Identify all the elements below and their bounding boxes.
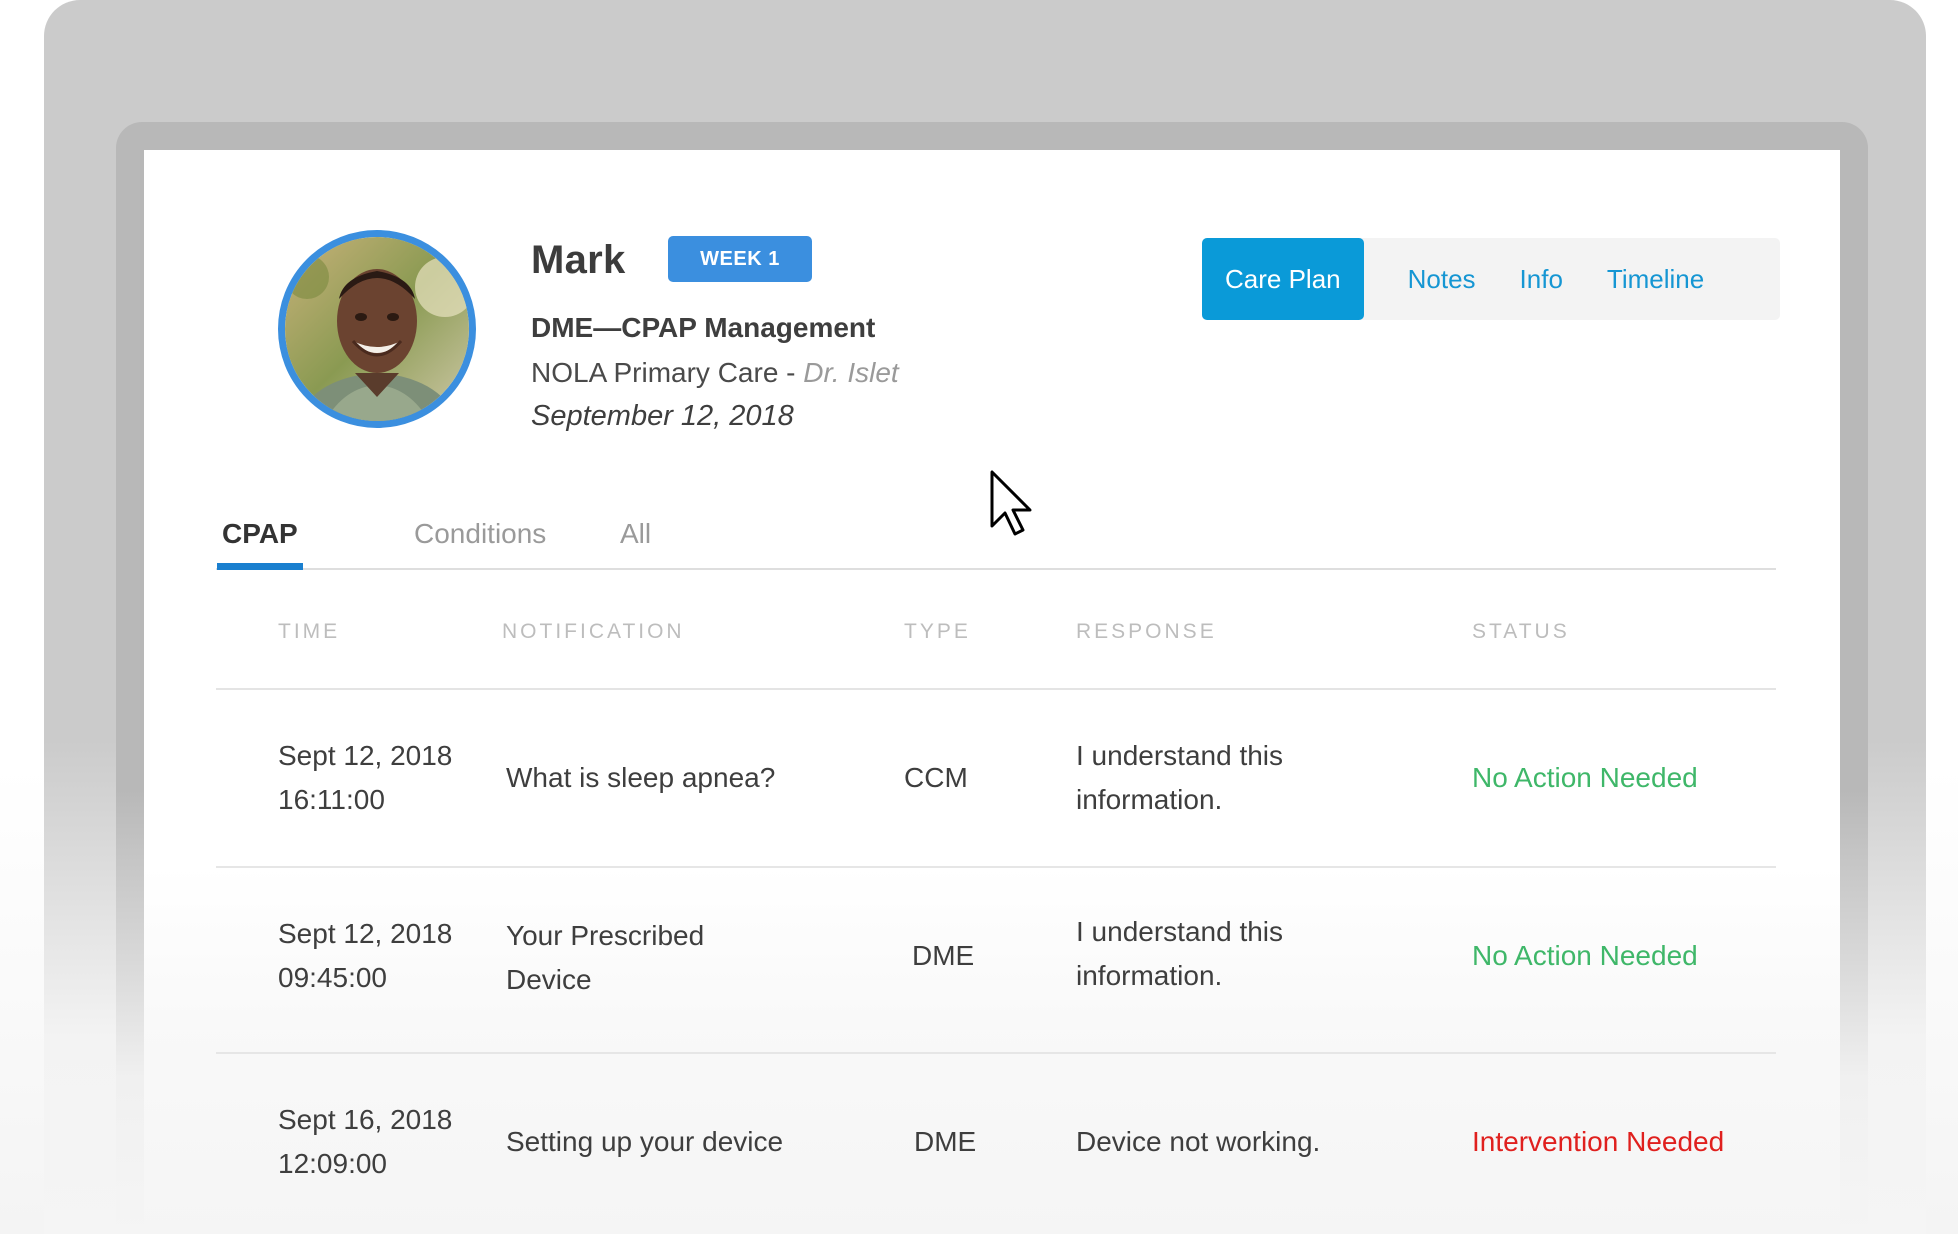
patient-name: Mark [531, 238, 626, 282]
doctor-name: Dr. Islet [803, 357, 899, 388]
program-title: DME—CPAP Management [531, 312, 876, 343]
category-tab-bar: CPAP Conditions All [216, 500, 1776, 570]
table-header: TIME NOTIFICATION TYPE RESPONSE STATUS [216, 570, 1776, 690]
row-datetime: Sept 12, 2018 09:45:00 [278, 912, 452, 1000]
status-badge: Intervention Needed [1472, 1126, 1725, 1157]
status-badge: No Action Needed [1472, 940, 1698, 971]
tab-conditions[interactable]: Conditions [414, 500, 546, 568]
table-row[interactable]: Sept 16, 2018 12:09:00 Setting up your d… [216, 1054, 1776, 1234]
row-notification: Your Prescribed Device [506, 914, 704, 1002]
row-response: Device not working. [1076, 1126, 1321, 1157]
row-type: DME [912, 940, 975, 971]
row-notification-line: Your Prescribed [506, 920, 705, 951]
week-badge: WEEK 1 [668, 236, 812, 282]
patient-screen: Mark WEEK 1 DME—CPAP Management NOLA Pri… [144, 150, 1840, 1234]
status-badge: No Action Needed [1472, 762, 1698, 793]
tab-notes[interactable]: Notes [1408, 238, 1476, 320]
row-response-line: I understand this [1076, 916, 1284, 947]
row-datetime: Sept 12, 2018 16:11:00 [278, 734, 452, 822]
tab-care-plan[interactable]: Care Plan [1202, 238, 1364, 320]
row-type: CCM [904, 762, 968, 793]
row-time: 16:11:00 [278, 784, 385, 815]
row-time: 12:09:00 [278, 1148, 387, 1179]
row-response-line: I understand this [1076, 740, 1284, 771]
row-date: Sept 12, 2018 [278, 740, 453, 771]
column-header-response: RESPONSE [1076, 620, 1217, 643]
row-response-line: information. [1076, 784, 1223, 815]
row-notification: Setting up your device [506, 1126, 784, 1157]
row-response: I understand this information. [1076, 910, 1283, 998]
visit-date: September 12, 2018 [531, 400, 794, 432]
column-header-type: TYPE [904, 620, 971, 643]
row-type: DME [914, 1126, 977, 1157]
patient-avatar [278, 230, 476, 428]
clinic-separator: - [778, 357, 804, 388]
view-tab-bar: Care Plan Notes Info Timeline [1202, 238, 1780, 320]
row-notification-line: Device [506, 964, 592, 995]
tab-info[interactable]: Info [1520, 238, 1563, 320]
patient-photo [285, 237, 469, 421]
tab-all[interactable]: All [620, 500, 651, 568]
clinic-line: NOLA Primary Care - Dr. Islet [531, 357, 899, 389]
row-notification: What is sleep apnea? [506, 762, 776, 793]
row-date: Sept 16, 2018 [278, 1104, 453, 1135]
column-header-status: STATUS [1472, 620, 1570, 643]
column-header-time: TIME [278, 620, 341, 643]
row-response: I understand this information. [1076, 734, 1283, 822]
table-row[interactable]: Sept 12, 2018 09:45:00 Your Prescribed D… [216, 868, 1776, 1054]
row-datetime: Sept 16, 2018 12:09:00 [278, 1098, 452, 1186]
row-response-line: information. [1076, 960, 1223, 991]
row-time: 09:45:00 [278, 962, 387, 993]
clinic-name: NOLA Primary Care [531, 357, 779, 388]
tab-cpap[interactable]: CPAP [217, 500, 303, 570]
notification-table: TIME NOTIFICATION TYPE RESPONSE STATUS S… [216, 570, 1776, 1234]
table-row[interactable]: Sept 12, 2018 16:11:00 What is sleep apn… [216, 690, 1776, 868]
column-header-notification: NOTIFICATION [502, 620, 685, 643]
row-date: Sept 12, 2018 [278, 918, 453, 949]
tab-timeline[interactable]: Timeline [1607, 238, 1704, 320]
